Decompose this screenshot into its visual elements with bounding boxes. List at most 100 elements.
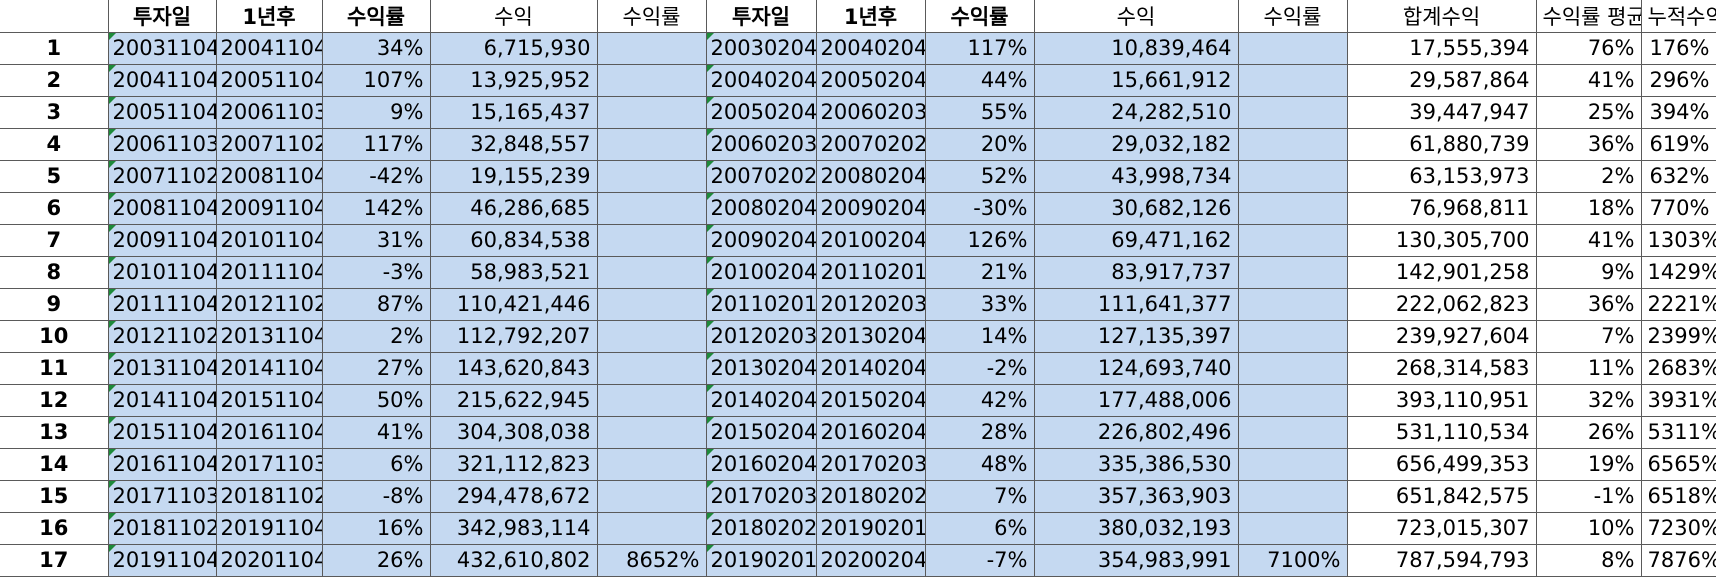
cell-return-rate-average[interactable]: 41% [1535, 63, 1642, 97]
cell-invest-date-a[interactable]: 20061103 [107, 127, 217, 161]
cell-profit-a[interactable]: 15,165,437 [429, 95, 598, 129]
cell-profit-a[interactable]: 110,421,446 [429, 287, 598, 321]
cell-one-year-after-a[interactable]: 20051104 [215, 63, 323, 97]
cell-profit-a[interactable]: 304,308,038 [429, 415, 598, 449]
cell-return-rate-average[interactable]: 26% [1535, 415, 1642, 449]
cell-total-profit[interactable]: 63,153,973 [1346, 159, 1537, 193]
cell-return-rate-a[interactable]: 107% [321, 63, 431, 97]
cell-profit-b[interactable]: 111,641,377 [1033, 287, 1239, 321]
cell-return-rate-summary-b[interactable] [1237, 479, 1348, 513]
cell-one-year-after-a[interactable]: 20191104 [215, 511, 323, 545]
cell-return-rate-summary-b[interactable] [1237, 415, 1348, 449]
cell-profit-a[interactable]: 60,834,538 [429, 223, 598, 257]
cell-return-rate-average[interactable]: 36% [1535, 287, 1642, 321]
cell-invest-date-b[interactable]: 20130204 [705, 351, 817, 385]
cell-invest-date-b[interactable]: 20170203 [705, 479, 817, 513]
cell-one-year-after-b[interactable]: 20140204 [815, 351, 926, 385]
cell-return-rate-summary-b[interactable] [1237, 255, 1348, 289]
cell-invest-date-a[interactable]: 20091104 [107, 223, 217, 257]
row-number-cell[interactable]: 17 [0, 543, 109, 577]
cell-one-year-after-b[interactable]: 20110201 [815, 255, 926, 289]
cell-return-rate-summary-a[interactable] [596, 287, 707, 321]
cell-total-profit[interactable]: 723,015,307 [1346, 511, 1537, 545]
cell-cumulative-return[interactable]: 1429% [1640, 255, 1716, 289]
cell-return-rate-summary-b[interactable] [1237, 447, 1348, 481]
cell-one-year-after-b[interactable]: 20100204 [815, 223, 926, 257]
cell-return-rate-summary-b[interactable] [1237, 191, 1348, 225]
cell-invest-date-b[interactable]: 20120203 [705, 319, 817, 353]
cell-profit-b[interactable]: 177,488,006 [1033, 383, 1239, 417]
cell-return-rate-average[interactable]: 19% [1535, 447, 1642, 481]
cell-profit-b[interactable]: 380,032,193 [1033, 511, 1239, 545]
cell-return-rate-a[interactable]: 26% [321, 543, 431, 577]
row-number-cell[interactable]: 4 [0, 127, 109, 161]
cell-invest-date-a[interactable]: 20111104 [107, 287, 217, 321]
cell-one-year-after-a[interactable]: 20201104 [215, 543, 323, 577]
cell-return-rate-b[interactable]: -2% [924, 351, 1035, 385]
cell-one-year-after-a[interactable]: 20071102 [215, 127, 323, 161]
row-number-cell[interactable]: 2 [0, 63, 109, 97]
cell-return-rate-summary-a[interactable] [596, 255, 707, 289]
cell-return-rate-b[interactable]: 44% [924, 63, 1035, 97]
cell-one-year-after-b[interactable]: 20050204 [815, 63, 926, 97]
cell-one-year-after-a[interactable]: 20131104 [215, 319, 323, 353]
cell-profit-b[interactable]: 30,682,126 [1033, 191, 1239, 225]
column-header-return-rate-b[interactable]: 수익률 [924, 0, 1035, 33]
cell-invest-date-b[interactable]: 20160204 [705, 447, 817, 481]
cell-return-rate-b[interactable]: 20% [924, 127, 1035, 161]
cell-invest-date-b[interactable]: 20140204 [705, 383, 817, 417]
cell-invest-date-a[interactable]: 20121102 [107, 319, 217, 353]
cell-cumulative-return[interactable]: 3931% [1640, 383, 1716, 417]
cell-return-rate-summary-a[interactable] [596, 415, 707, 449]
cell-return-rate-average[interactable]: 76% [1535, 31, 1642, 65]
row-number-cell[interactable]: 8 [0, 255, 109, 289]
cell-return-rate-a[interactable]: 2% [321, 319, 431, 353]
cell-cumulative-return[interactable]: 2399% [1640, 319, 1716, 353]
cell-return-rate-a[interactable]: -42% [321, 159, 431, 193]
cell-cumulative-return[interactable]: 632% [1640, 159, 1716, 193]
cell-return-rate-summary-a[interactable] [596, 383, 707, 417]
cell-profit-a[interactable]: 58,983,521 [429, 255, 598, 289]
cell-return-rate-summary-a[interactable] [596, 319, 707, 353]
cell-return-rate-average[interactable]: 7% [1535, 319, 1642, 353]
cell-invest-date-b[interactable]: 20080204 [705, 191, 817, 225]
cell-one-year-after-a[interactable]: 20091104 [215, 191, 323, 225]
cell-profit-b[interactable]: 83,917,737 [1033, 255, 1239, 289]
cell-profit-b[interactable]: 10,839,464 [1033, 31, 1239, 65]
cell-total-profit[interactable]: 17,555,394 [1346, 31, 1537, 65]
row-number-cell[interactable]: 9 [0, 287, 109, 321]
cell-return-rate-summary-a[interactable] [596, 447, 707, 481]
cell-return-rate-average[interactable]: 32% [1535, 383, 1642, 417]
row-number-cell[interactable]: 12 [0, 383, 109, 417]
cell-cumulative-return[interactable]: 1303% [1640, 223, 1716, 257]
cell-return-rate-b[interactable]: -7% [924, 543, 1035, 577]
cell-invest-date-b[interactable]: 20180202 [705, 511, 817, 545]
cell-return-rate-summary-a[interactable] [596, 479, 707, 513]
row-number-cell[interactable]: 14 [0, 447, 109, 481]
column-header-return-rate-summary-a[interactable]: 수익률 [596, 0, 707, 33]
cell-return-rate-summary-a[interactable] [596, 223, 707, 257]
cell-return-rate-a[interactable]: 142% [321, 191, 431, 225]
cell-return-rate-summary-b[interactable] [1237, 63, 1348, 97]
cell-return-rate-a[interactable]: -8% [321, 479, 431, 513]
cell-return-rate-summary-a[interactable] [596, 511, 707, 545]
cell-one-year-after-a[interactable]: 20111104 [215, 255, 323, 289]
cell-return-rate-summary-b[interactable]: 7100% [1237, 543, 1348, 577]
cell-invest-date-b[interactable]: 20050204 [705, 95, 817, 129]
cell-one-year-after-b[interactable]: 20070202 [815, 127, 926, 161]
cell-return-rate-average[interactable]: 8% [1535, 543, 1642, 577]
row-number-cell[interactable]: 6 [0, 191, 109, 225]
cell-total-profit[interactable]: 29,587,864 [1346, 63, 1537, 97]
row-number-cell[interactable]: 7 [0, 223, 109, 257]
cell-invest-date-a[interactable]: 20181102 [107, 511, 217, 545]
cell-return-rate-summary-a[interactable] [596, 95, 707, 129]
cell-profit-a[interactable]: 321,112,823 [429, 447, 598, 481]
cell-return-rate-b[interactable]: 14% [924, 319, 1035, 353]
cell-return-rate-a[interactable]: 34% [321, 31, 431, 65]
cell-profit-b[interactable]: 69,471,162 [1033, 223, 1239, 257]
cell-return-rate-average[interactable]: 41% [1535, 223, 1642, 257]
cell-return-rate-a[interactable]: 27% [321, 351, 431, 385]
cell-one-year-after-a[interactable]: 20171103 [215, 447, 323, 481]
cell-return-rate-summary-b[interactable] [1237, 31, 1348, 65]
cell-return-rate-b[interactable]: 21% [924, 255, 1035, 289]
